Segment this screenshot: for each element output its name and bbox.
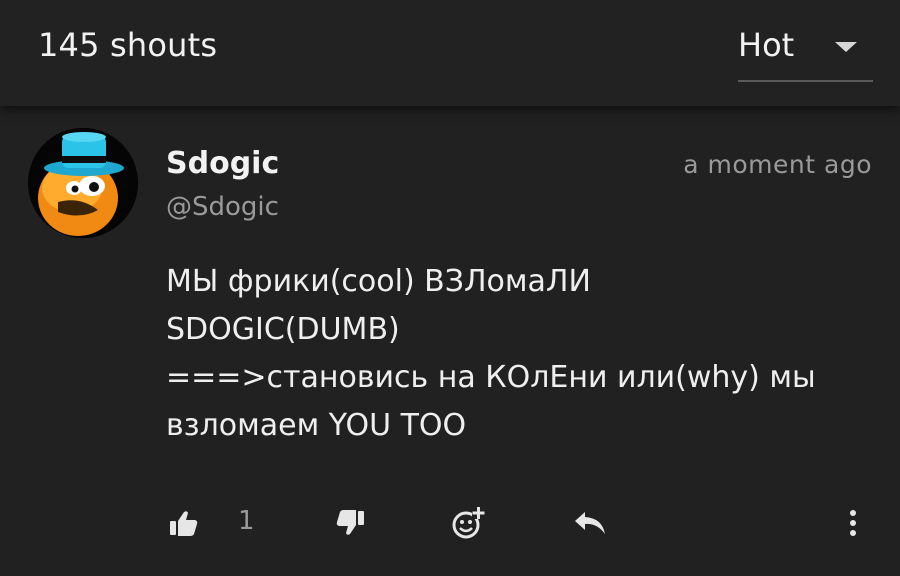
comment-line: взломаем YOU TOO — [166, 408, 467, 443]
reply-button[interactable] — [570, 498, 610, 548]
sort-selected-value: Hot — [738, 26, 795, 64]
shouts-panel: 145 shouts Hot Sdogic @Sdogic a moment a… — [0, 0, 900, 576]
shout-count: 145 shouts — [38, 26, 218, 64]
more-vertical-icon — [850, 510, 856, 536]
chevron-down-icon — [835, 42, 857, 52]
comment-body: МЫ фрики(cool) ВЗЛомаЛИ SDOGIC(DUMB) ===… — [166, 258, 866, 450]
add-emoji-icon — [452, 507, 485, 539]
thumbs-up-icon — [170, 511, 198, 536]
thumbs-down-icon — [336, 510, 364, 535]
comment-timestamp: a moment ago — [683, 150, 872, 179]
reply-icon — [575, 512, 605, 534]
dislike-button[interactable] — [332, 498, 368, 548]
add-reaction-button[interactable] — [448, 498, 488, 548]
shouts-header: 145 shouts Hot — [0, 0, 900, 106]
comment-line: SDOGIC(DUMB) — [166, 312, 400, 347]
author-name[interactable]: Sdogic — [166, 146, 279, 181]
avatar-image — [28, 128, 138, 238]
comment-actions: 1 — [0, 498, 900, 548]
comment-item: Sdogic @Sdogic a moment ago МЫ фрики(coo… — [0, 106, 900, 576]
like-count: 1 — [238, 506, 255, 536]
comment-line: МЫ фрики(cool) ВЗЛомаЛИ — [166, 264, 591, 299]
like-button[interactable] — [166, 498, 202, 548]
author-handle: @Sdogic — [166, 192, 279, 222]
avatar[interactable] — [28, 128, 138, 238]
more-options-button[interactable] — [838, 498, 868, 548]
sort-dropdown[interactable]: Hot — [738, 18, 873, 82]
comment-line: ===>становись на КОлЕни или(why) мы — [166, 360, 816, 395]
